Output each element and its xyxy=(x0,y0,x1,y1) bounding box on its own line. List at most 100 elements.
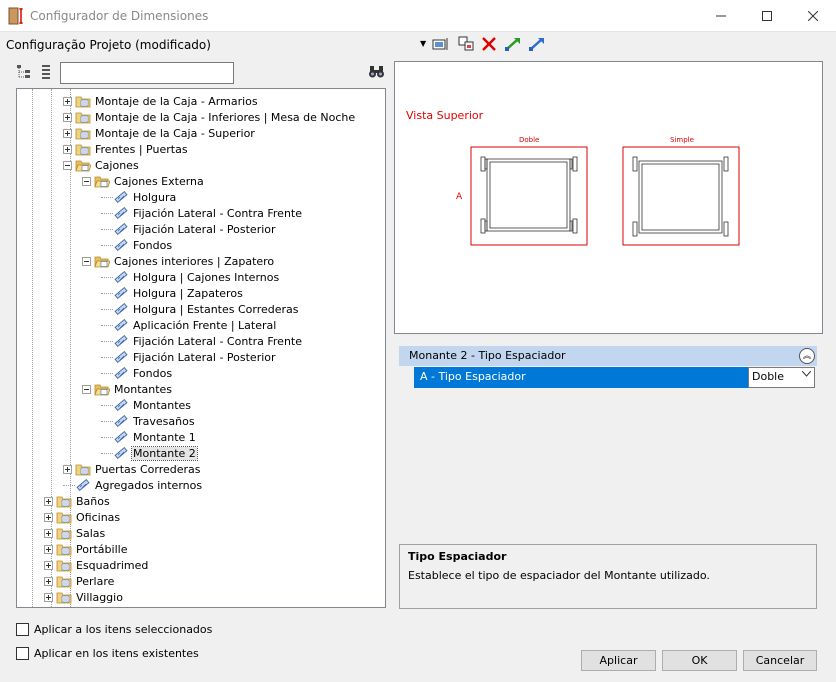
tree-item[interactable]: Villaggio xyxy=(44,589,124,605)
tree-connector xyxy=(101,405,113,406)
tree-item[interactable]: Puertas Correderas xyxy=(63,461,202,477)
expand-icon[interactable] xyxy=(44,560,53,570)
apply-selected-option[interactable]: Aplicar a los itens seleccionados xyxy=(16,623,212,636)
tree-item[interactable]: Holgura | Zapateros xyxy=(101,285,244,301)
maximize-button[interactable] xyxy=(744,0,790,32)
expand-icon[interactable] xyxy=(44,592,53,602)
scroll-up-icon[interactable]: ▲ xyxy=(385,90,386,107)
delete-icon[interactable] xyxy=(480,36,498,52)
tool-icon xyxy=(114,334,128,348)
minimize-button[interactable] xyxy=(698,0,744,32)
close-button[interactable] xyxy=(790,0,836,32)
expand-icon[interactable] xyxy=(63,96,72,106)
tree-item[interactable]: Holgura | Cajones Internos xyxy=(101,269,280,285)
folder-icon xyxy=(56,592,72,604)
select-icon[interactable] xyxy=(432,36,450,52)
collapse-icon[interactable] xyxy=(82,176,91,186)
property-group-title: Monante 2 - Tipo Espaciador xyxy=(409,349,566,362)
folder-icon xyxy=(75,112,91,124)
tree-connector xyxy=(101,197,113,198)
project-dropdown-arrow-icon[interactable]: ▼ xyxy=(420,39,426,48)
tree-item[interactable]: Perlare xyxy=(44,573,115,589)
tree-item[interactable]: Fondos xyxy=(101,365,173,381)
tree-item[interactable]: Esquadrimed xyxy=(44,557,149,573)
tree-item[interactable]: Fijación Lateral - Posterior xyxy=(101,221,277,237)
tree-item[interactable]: Fijación Lateral - Contra Frente xyxy=(101,333,303,349)
expand-icon[interactable] xyxy=(63,128,72,138)
tree-item[interactable]: Holgura xyxy=(101,189,177,205)
title-bar: Configurador de Dimensiones xyxy=(0,0,836,32)
scroll-down-icon[interactable]: ▼ xyxy=(385,591,386,608)
tree-item-label: Cajones Externa xyxy=(114,174,204,188)
tree-scrollbar[interactable]: ▲ ▼ xyxy=(385,90,386,608)
tree-item[interactable]: Aplicación Frente | Lateral xyxy=(101,317,277,333)
import-icon[interactable] xyxy=(528,36,546,52)
expand-icon[interactable] xyxy=(44,496,53,506)
tool-icon xyxy=(114,414,128,428)
tree-item[interactable]: Agregados internos xyxy=(63,477,203,493)
description-panel: Tipo Espaciador Establece el tipo de esp… xyxy=(399,544,817,609)
expand-icon[interactable] xyxy=(63,464,72,474)
expand-icon[interactable] xyxy=(44,528,53,538)
apply-existing-checkbox[interactable] xyxy=(16,647,29,660)
chevron-down-icon xyxy=(802,371,811,377)
tree-item-label: Montaje de la Caja - Inferiores | Mesa d… xyxy=(95,110,356,124)
export-icon[interactable] xyxy=(504,36,522,52)
tree-item[interactable]: Montantes xyxy=(82,381,173,397)
app-icon xyxy=(8,7,23,25)
property-group-header[interactable]: Monante 2 - Tipo Espaciador ︽ xyxy=(399,346,817,366)
tree-connector xyxy=(101,277,113,278)
collapse-icon[interactable] xyxy=(82,384,91,394)
tree-item[interactable]: Montaje de la Caja - Armarios xyxy=(63,93,259,109)
tree-item[interactable]: Montantes xyxy=(101,397,192,413)
tree-item[interactable]: Frentes | Puertas xyxy=(63,141,189,157)
tree-item[interactable]: Oficinas xyxy=(44,509,121,525)
expand-icon[interactable] xyxy=(44,544,53,554)
tree-item[interactable]: Montante 2 xyxy=(101,445,198,461)
tree-item[interactable]: Portábille xyxy=(44,541,128,557)
collapse-icon[interactable] xyxy=(82,256,91,266)
tree-item[interactable]: Cajones Externa xyxy=(82,173,205,189)
tree-item[interactable]: Fondos xyxy=(101,237,173,253)
expand-tree-icon[interactable] xyxy=(16,64,32,80)
property-name[interactable]: A - Tipo Espaciador xyxy=(414,367,748,388)
tree-item[interactable]: Travesaños xyxy=(101,413,196,429)
tree-item[interactable]: Montante 1 xyxy=(101,429,197,445)
tree-item[interactable]: Cajones xyxy=(63,157,140,173)
tree-item[interactable]: Cajones interiores | Zapatero xyxy=(82,253,275,269)
apply-button[interactable]: Aplicar xyxy=(581,650,656,671)
apply-selected-label: Aplicar a los itens seleccionados xyxy=(34,623,213,636)
project-label: Configuração Projeto (modificado) xyxy=(6,38,211,52)
tree-item[interactable]: Montaje de la Caja - Inferiores | Mesa d… xyxy=(63,109,356,125)
property-row[interactable]: A - Tipo Espaciador Doble xyxy=(414,367,815,388)
expand-icon[interactable] xyxy=(44,512,53,522)
expand-icon[interactable] xyxy=(63,144,72,154)
expand-icon[interactable] xyxy=(63,112,72,122)
binoculars-search-icon[interactable] xyxy=(368,65,385,79)
tree-item-label: Holgura | Zapateros xyxy=(133,286,243,300)
folder-icon xyxy=(56,544,72,556)
cancel-button[interactable]: Cancelar xyxy=(743,650,817,671)
tree-item[interactable]: Baños xyxy=(44,493,111,509)
tree-item[interactable]: Salas xyxy=(44,525,106,541)
collapse-icon[interactable] xyxy=(63,160,72,170)
ok-button[interactable]: OK xyxy=(662,650,737,671)
tree-item[interactable]: Prefe... xyxy=(44,605,116,608)
tree-view[interactable]: Montaje de la Caja - Armarios Montaje de … xyxy=(16,88,386,608)
tree-item-label: Fondos xyxy=(133,366,173,380)
tree-item-label: Villaggio xyxy=(76,590,123,604)
property-value-dropdown[interactable]: Doble xyxy=(748,367,815,388)
apply-selected-checkbox[interactable] xyxy=(16,623,29,636)
expand-icon[interactable] xyxy=(44,576,53,586)
folder-icon xyxy=(56,606,72,608)
collapse-tree-icon[interactable] xyxy=(38,64,54,80)
tree-item[interactable]: Montaje de la Caja - Superior xyxy=(63,125,256,141)
tree-item[interactable]: Fijación Lateral - Contra Frente xyxy=(101,205,303,221)
collapse-group-icon[interactable]: ︽ xyxy=(799,348,815,364)
tree-item[interactable]: Holgura | Estantes Correderas xyxy=(101,301,300,317)
tree-search-input[interactable] xyxy=(60,62,234,84)
tree-item-label: Travesaños xyxy=(133,414,195,428)
tree-item[interactable]: Fijación Lateral - Posterior xyxy=(101,349,277,365)
copy-icon[interactable] xyxy=(458,36,476,52)
apply-existing-option[interactable]: Aplicar en los itens existentes xyxy=(16,647,199,660)
